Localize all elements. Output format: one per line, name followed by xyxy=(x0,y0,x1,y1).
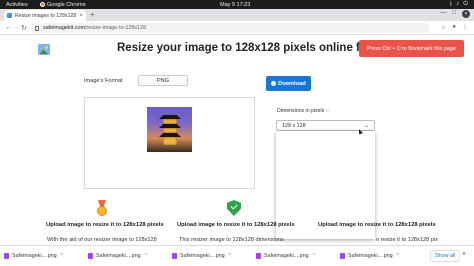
minimize-button[interactable]: — xyxy=(440,10,446,18)
download-item[interactable]: Safeimageki....png ⌃ xyxy=(172,251,232,261)
download-icon: ↓ xyxy=(271,81,277,86)
feature-title: Upload image to resize it to 128x128 pix… xyxy=(46,222,164,228)
profile-icon[interactable]: ● xyxy=(452,24,456,31)
chevron-up-icon[interactable]: ⌃ xyxy=(60,253,64,259)
uploaded-image-thumbnail xyxy=(147,107,192,152)
download-shelf: Safeimageki....png ⌃ Safeimageki....png … xyxy=(0,245,474,266)
shield-check-icon xyxy=(227,200,241,217)
feature-title: Upload image to resize it to 128x128 pix… xyxy=(177,222,295,228)
favicon-icon xyxy=(7,13,12,18)
reload-icon[interactable]: ↻ xyxy=(21,24,27,32)
dimensions-value: 128 x 128 xyxy=(282,122,306,129)
tab-strip: Resize images to 128x128 × + — □ × xyxy=(0,9,474,21)
format-label: Image's Format xyxy=(84,78,123,84)
bookmark-toast: Press Ctrl + D to Bookmark this page xyxy=(359,40,464,57)
pagoda-image xyxy=(159,115,181,149)
feature-text: This resizer image to 128x128 dimensions xyxy=(179,237,284,243)
file-icon xyxy=(256,253,261,259)
file-icon xyxy=(340,253,345,259)
network-icon: ⌇ xyxy=(449,2,453,8)
download-item[interactable]: Safeimageki....png ⌃ xyxy=(4,251,64,261)
feature-text: With the aid of our resizer image to 128… xyxy=(47,237,157,243)
image-preview-panel xyxy=(84,97,255,189)
page-title: Resize your image to 128x128 pixels onli… xyxy=(117,42,383,54)
show-all-downloads-button[interactable]: Show all xyxy=(430,250,461,262)
address-bar[interactable]: safeimagekit.com/resize-image-to-128x128 xyxy=(30,23,430,33)
app-name: Google Chrome xyxy=(47,1,86,8)
download-filename: Safeimageki....png xyxy=(96,253,141,259)
download-filename: Safeimageki....png xyxy=(180,253,225,259)
chevron-down-icon: ⌄ xyxy=(364,122,369,129)
web-page: Resize your image to 128x128 pixels onli… xyxy=(0,36,474,244)
file-icon xyxy=(172,253,177,259)
chevron-up-icon[interactable]: ⌃ xyxy=(144,253,148,259)
dimensions-label: Dimensions in pixels :- xyxy=(277,108,329,114)
close-shelf-icon[interactable]: × xyxy=(462,251,466,258)
download-filename: Safeimageki....png xyxy=(12,253,57,259)
back-icon[interactable]: ← xyxy=(5,24,12,31)
browser-tab[interactable]: Resize images to 128x128 × xyxy=(4,10,86,21)
feature-title: Upload image to resize it to 128x128 pix… xyxy=(318,222,436,228)
url-path: /resize-image-to-128x128 xyxy=(84,25,147,31)
download-item[interactable]: Safeimageki....png ⌃ xyxy=(88,251,148,261)
download-item[interactable]: Safeimageki....png ⌃ xyxy=(256,251,316,261)
url-host: safeimagekit.com xyxy=(43,25,85,31)
chrome-icon xyxy=(40,2,45,7)
site-logo-icon[interactable] xyxy=(38,44,50,55)
chevron-up-icon[interactable]: ⌃ xyxy=(228,253,232,259)
window-controls: — □ × xyxy=(440,10,470,18)
os-top-bar: Activities Google Chrome May 9 17:23 ⌇ ♪… xyxy=(0,0,474,9)
download-button[interactable]: ↓ Download xyxy=(266,76,311,91)
browser-toolbar: ← → ↻ safeimagekit.com/resize-image-to-1… xyxy=(0,21,474,35)
forward-icon[interactable]: → xyxy=(13,24,20,31)
tab-title: Resize images to 128x128 xyxy=(15,12,77,19)
menu-icon[interactable]: ⋮ xyxy=(462,24,468,31)
bookmark-star-icon[interactable]: ☆ xyxy=(441,24,446,31)
tab-close-icon[interactable]: × xyxy=(79,13,83,19)
feature-text: o resize it to 128x128 pix xyxy=(376,237,438,243)
file-icon xyxy=(4,253,9,259)
download-filename: Safeimageki....png xyxy=(264,253,309,259)
power-icon: ⏻ xyxy=(463,1,468,7)
download-label: Download xyxy=(278,80,306,87)
chevron-up-icon[interactable]: ⌃ xyxy=(312,253,316,259)
download-filename: Safeimageki....png xyxy=(348,253,393,259)
download-item[interactable]: Safeimageki....png ⌃ xyxy=(340,251,400,261)
volume-icon: ♪ xyxy=(456,1,460,7)
format-select[interactable]: PNG xyxy=(138,75,188,86)
medal-icon xyxy=(95,200,109,217)
app-menu[interactable]: Google Chrome xyxy=(40,2,86,8)
maximize-button[interactable]: □ xyxy=(452,10,456,18)
chevron-up-icon[interactable]: ⌃ xyxy=(396,253,400,259)
lock-icon[interactable] xyxy=(35,25,39,31)
toolbar-actions: ☆ ● ⋮ xyxy=(441,24,468,31)
file-icon xyxy=(88,253,93,259)
new-tab-button[interactable]: + xyxy=(90,10,95,19)
activities-button[interactable]: Activities xyxy=(6,2,28,8)
system-tray[interactable]: ⌇ ♪ ⏻ xyxy=(449,1,468,8)
clock[interactable]: May 9 17:23 xyxy=(220,2,250,8)
close-window-button[interactable]: × xyxy=(462,10,470,18)
